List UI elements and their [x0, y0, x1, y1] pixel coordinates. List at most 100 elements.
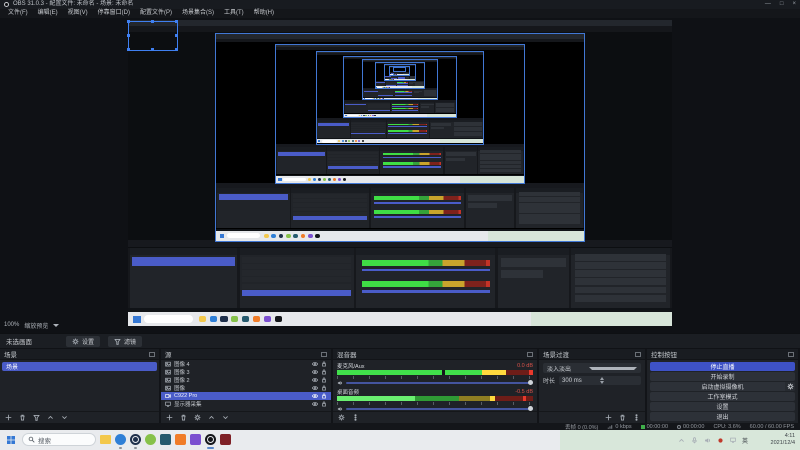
speaker-icon[interactable] — [337, 380, 343, 386]
trash-icon[interactable] — [619, 414, 626, 421]
app-purple-taskbar-icon[interactable] — [190, 434, 201, 445]
menu-item-6[interactable]: 工具(T) — [219, 9, 249, 18]
source-row-0[interactable]: 图像 4 — [161, 360, 331, 368]
volume-slider[interactable] — [346, 379, 533, 385]
source-selection-box[interactable] — [127, 20, 178, 51]
display-icon[interactable] — [730, 437, 736, 443]
selection-handle[interactable] — [151, 48, 154, 51]
menu-item-0[interactable]: 文件(F) — [3, 9, 33, 18]
popout-icon[interactable] — [788, 351, 794, 357]
add-icon[interactable] — [5, 414, 12, 421]
app-teal-taskbar-icon[interactable] — [160, 434, 171, 445]
mini-menubar — [275, 47, 525, 50]
scene-list-item[interactable]: 场景 — [2, 362, 157, 371]
eye-icon[interactable] — [312, 385, 318, 391]
selection-handle[interactable] — [175, 20, 178, 23]
virtual-camera-config-button[interactable] — [785, 382, 795, 391]
file-explorer-taskbar-icon[interactable] — [100, 435, 111, 444]
obs-main-window: OBS 31.0.3 - 配置文件: 未命名 - 场景: 未命名 — □ × 文件(… — [0, 0, 800, 450]
control-button-5[interactable]: 退出 — [650, 412, 795, 421]
taskbar-search-input[interactable]: 搜索 — [22, 433, 96, 446]
lock-icon[interactable] — [321, 369, 327, 375]
volume-icon[interactable] — [704, 437, 711, 444]
eye-icon[interactable] — [312, 361, 318, 367]
steam-taskbar-icon[interactable] — [130, 434, 141, 445]
popout-icon[interactable] — [527, 351, 533, 357]
transition-select[interactable]: 淡入淡出 — [543, 363, 641, 373]
add-icon[interactable] — [166, 414, 173, 421]
trash-icon[interactable] — [180, 414, 187, 421]
control-button-0[interactable]: 停止直播 — [650, 362, 795, 371]
selection-handle[interactable] — [127, 48, 130, 51]
volume-slider-knob[interactable] — [528, 405, 533, 411]
menu-item-2[interactable]: 视图(V) — [63, 9, 93, 18]
eye-icon[interactable] — [312, 377, 318, 383]
selection-handle[interactable] — [127, 20, 130, 23]
preview-canvas[interactable] — [128, 20, 672, 326]
windows-start-button[interactable] — [6, 435, 16, 445]
source-filters-button[interactable]: 滤镜 — [108, 335, 143, 347]
trash-icon[interactable] — [19, 414, 26, 421]
source-row-1[interactable]: 图像 3 — [161, 368, 331, 376]
mic-icon[interactable] — [691, 436, 698, 444]
menu-item-1[interactable]: 编辑(E) — [33, 9, 63, 18]
up-icon[interactable] — [47, 414, 54, 421]
filter-icon[interactable] — [33, 414, 40, 421]
eye-icon[interactable] — [312, 369, 318, 375]
minimize-button[interactable]: — — [765, 0, 771, 9]
gear-icon[interactable] — [194, 414, 201, 421]
duration-spinbox[interactable]: 300 ms — [559, 376, 641, 385]
mini-dock-header — [386, 119, 430, 123]
eye-icon[interactable] — [312, 401, 318, 407]
lock-icon[interactable] — [321, 385, 327, 391]
menu-item-7[interactable]: 帮助(H) — [249, 9, 279, 18]
spinner-arrows-icon[interactable] — [600, 377, 638, 384]
control-button-3[interactable]: 工作室模式 — [650, 392, 795, 401]
app-orange-taskbar-icon[interactable] — [175, 434, 186, 445]
app-green-taskbar-icon[interactable] — [145, 434, 156, 445]
maximize-button[interactable]: □ — [780, 0, 784, 9]
add-icon[interactable] — [605, 414, 612, 421]
menu-item-4[interactable]: 配置文件(P) — [135, 9, 177, 18]
popout-icon[interactable] — [321, 351, 327, 357]
source-row-4[interactable]: C922 Pro — [161, 392, 331, 400]
selection-handle[interactable] — [175, 34, 178, 37]
lock-icon[interactable] — [321, 393, 327, 399]
kebab-icon[interactable] — [633, 414, 640, 421]
source-row-5[interactable]: 显示器采集 — [161, 400, 331, 408]
close-button[interactable]: × — [792, 0, 796, 9]
obs-studio-taskbar-icon[interactable] — [205, 434, 216, 445]
down-icon[interactable] — [222, 414, 229, 421]
popout-icon[interactable] — [635, 351, 641, 357]
kebab-icon[interactable] — [352, 414, 359, 421]
menu-item-3[interactable]: 停靠窗口(D) — [93, 9, 135, 18]
selection-handle[interactable] — [175, 48, 178, 51]
source-row-2[interactable]: 图像 2 — [161, 376, 331, 384]
lock-icon[interactable] — [321, 377, 327, 383]
up-icon[interactable] — [208, 414, 215, 421]
app-darkred-taskbar-icon[interactable] — [220, 434, 231, 445]
control-button-2[interactable]: 启动虚拟摄像机 — [650, 382, 795, 391]
selection-handle[interactable] — [151, 20, 154, 23]
down-icon[interactable] — [61, 414, 68, 421]
source-properties-button[interactable]: 设置 — [66, 335, 101, 347]
lock-icon[interactable] — [321, 401, 327, 407]
control-button-1[interactable]: 开始录制 — [650, 372, 795, 381]
taskbar-clock[interactable]: 4:11 2021/12/4 — [771, 433, 795, 447]
selection-handle[interactable] — [127, 34, 130, 37]
volume-slider-knob[interactable] — [528, 379, 533, 385]
source-row-3[interactable]: 图像 — [161, 384, 331, 392]
lock-icon[interactable] — [321, 361, 327, 367]
preview-area[interactable]: 100% 缩放预览 — [0, 18, 800, 333]
menu-item-5[interactable]: 场景集合(S) — [177, 9, 219, 18]
control-button-4[interactable]: 设置 — [650, 402, 795, 411]
input-method-indicator[interactable]: 英 — [742, 436, 748, 445]
edge-browser-taskbar-icon[interactable] — [115, 434, 126, 445]
gear-icon[interactable] — [338, 414, 345, 421]
volume-slider[interactable] — [346, 405, 533, 411]
eye-icon[interactable] — [312, 393, 318, 399]
record-dot-icon[interactable] — [717, 437, 724, 444]
popout-icon[interactable] — [149, 351, 155, 357]
chevron-up-icon[interactable] — [678, 437, 685, 444]
preview-zoom-control[interactable]: 100% 缩放预览 — [4, 320, 60, 330]
